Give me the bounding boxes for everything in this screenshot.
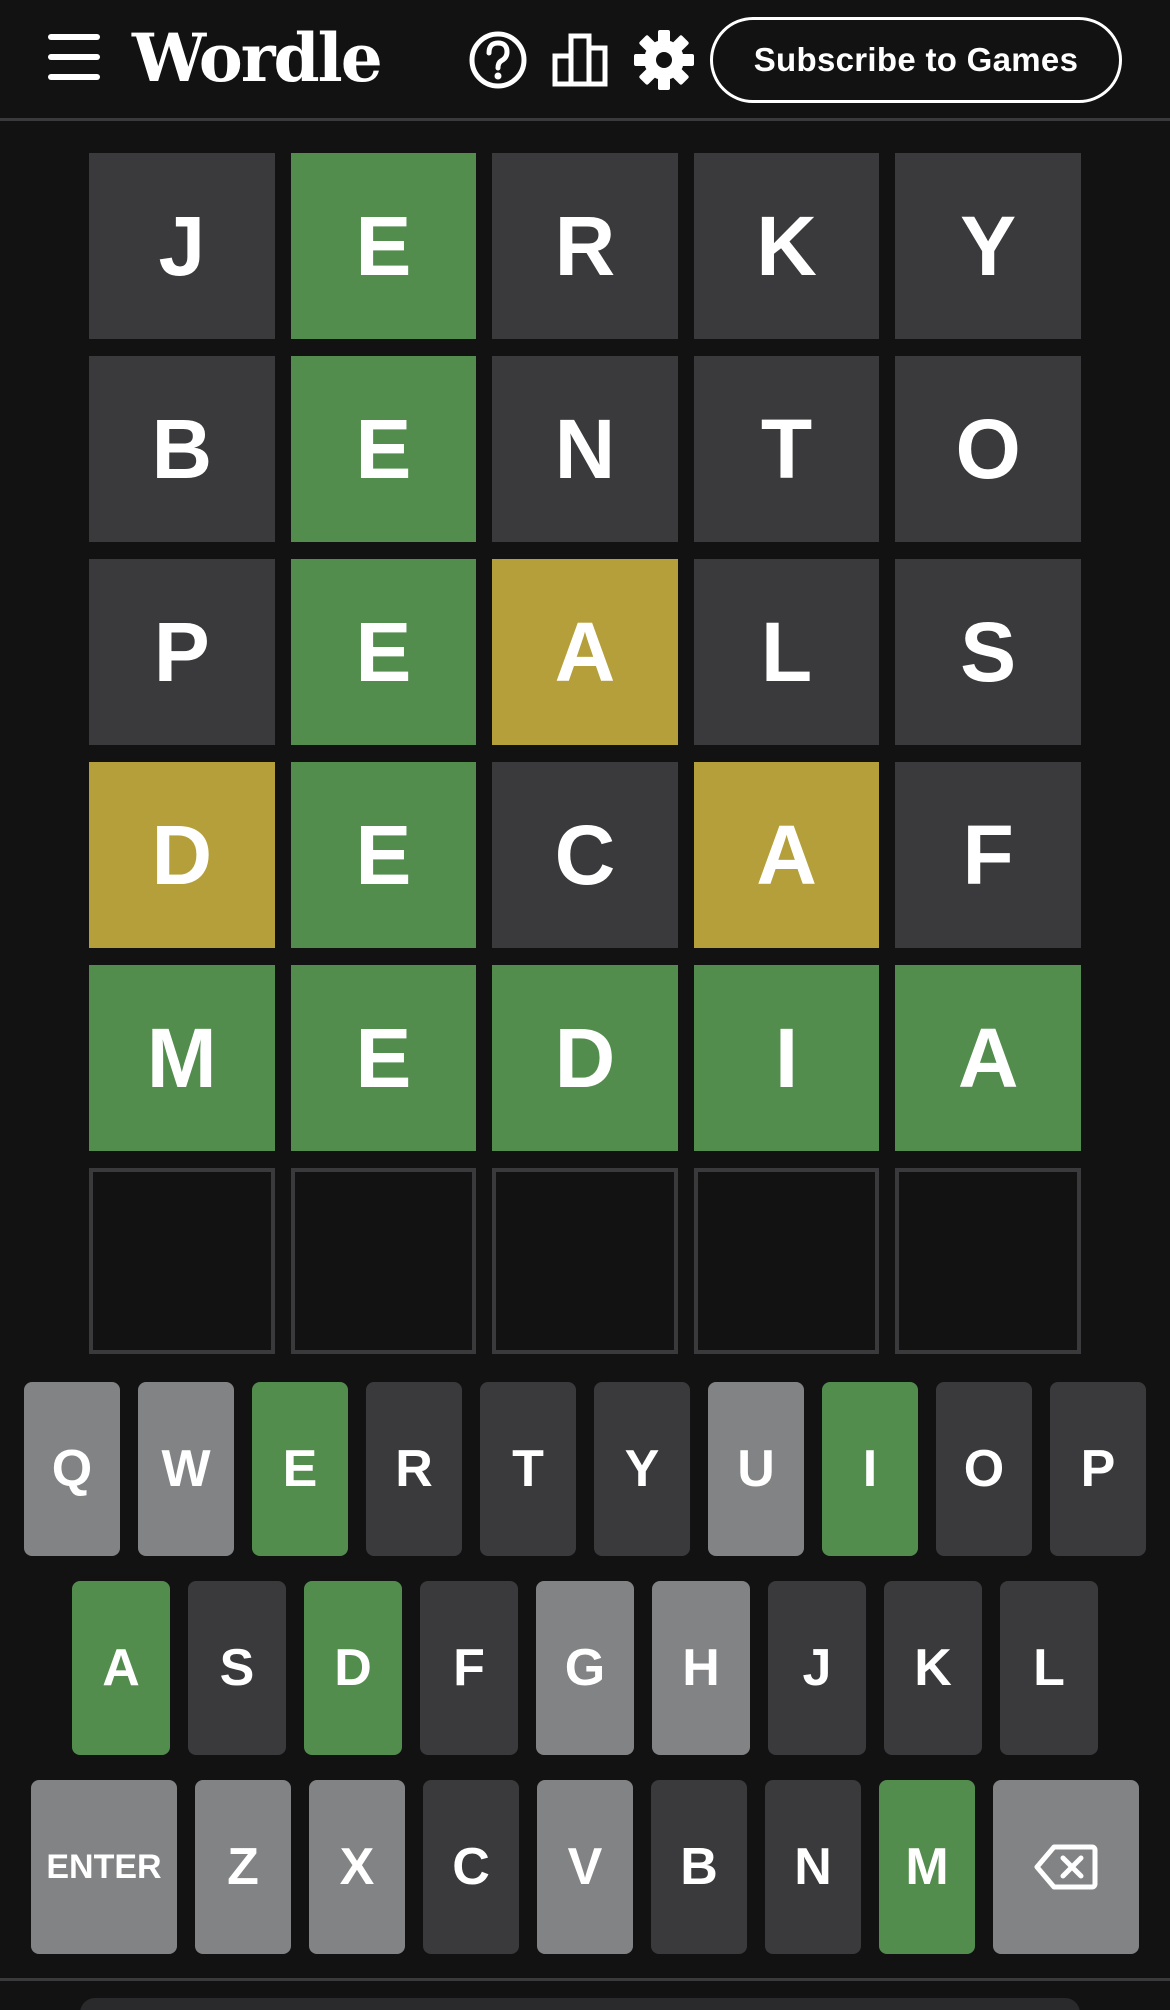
board-row: JERKY <box>89 153 1081 339</box>
backspace-icon <box>1034 1844 1098 1890</box>
tile-correct: E <box>290 762 477 948</box>
key-r[interactable]: R <box>366 1382 462 1556</box>
tile-absent: B <box>89 356 275 542</box>
board-row: BENTO <box>89 356 1081 542</box>
settings-icon[interactable] <box>632 28 696 92</box>
key-k[interactable]: K <box>884 1581 982 1755</box>
tile-correct: A <box>895 965 1081 1151</box>
key-l[interactable]: L <box>1000 1581 1098 1755</box>
app-title: Wordle <box>132 19 383 97</box>
tile-empty <box>290 1168 477 1354</box>
key-e[interactable]: E <box>252 1382 348 1556</box>
board-row: DECAF <box>89 762 1081 948</box>
key-b[interactable]: B <box>651 1780 747 1954</box>
tile-correct: E <box>290 559 477 745</box>
tile-correct: I <box>693 965 880 1151</box>
tile-correct: E <box>290 153 477 339</box>
enter-key[interactable]: ENTER <box>31 1780 177 1954</box>
board-row: PEALS <box>89 559 1081 745</box>
tile-absent: K <box>693 153 880 339</box>
tile-absent: F <box>895 762 1081 948</box>
tile-absent: R <box>492 153 678 339</box>
keyboard-row: QWERTYUIOP <box>24 1382 1146 1556</box>
tile-present: A <box>492 559 678 745</box>
key-p[interactable]: P <box>1050 1382 1146 1556</box>
tile-absent: Y <box>895 153 1081 339</box>
tile-absent: C <box>492 762 678 948</box>
tile-absent: L <box>693 559 880 745</box>
key-u[interactable]: U <box>708 1382 804 1556</box>
tile-empty <box>895 1168 1081 1354</box>
key-s[interactable]: S <box>188 1581 286 1755</box>
tile-correct: M <box>89 965 275 1151</box>
tile-empty <box>693 1168 880 1354</box>
key-t[interactable]: T <box>480 1382 576 1556</box>
key-x[interactable]: X <box>309 1780 405 1954</box>
menu-icon[interactable] <box>48 34 100 80</box>
key-n[interactable]: N <box>765 1780 861 1954</box>
tile-present: D <box>89 762 275 948</box>
app-header: Wordle Subscribe to Games <box>0 0 1170 121</box>
key-v[interactable]: V <box>537 1780 633 1954</box>
help-icon[interactable] <box>466 28 530 92</box>
tile-correct: D <box>492 965 678 1151</box>
keyboard-row: ENTER Z X C V B N M <box>24 1780 1146 1954</box>
tile-absent: P <box>89 559 275 745</box>
key-c[interactable]: C <box>423 1780 519 1954</box>
tile-empty <box>492 1168 678 1354</box>
key-m[interactable]: M <box>879 1780 975 1954</box>
key-j[interactable]: J <box>768 1581 866 1755</box>
tile-correct: E <box>290 356 477 542</box>
tile-absent: S <box>895 559 1081 745</box>
subscribe-button[interactable]: Subscribe to Games <box>710 17 1122 103</box>
key-o[interactable]: O <box>936 1382 1032 1556</box>
tile-present: A <box>693 762 880 948</box>
backspace-key[interactable] <box>993 1780 1139 1954</box>
keyboard-row: ASDFGHJKL <box>24 1581 1146 1755</box>
key-i[interactable]: I <box>822 1382 918 1556</box>
key-f[interactable]: F <box>420 1581 518 1755</box>
tile-absent: N <box>492 356 678 542</box>
key-d[interactable]: D <box>304 1581 402 1755</box>
board-row <box>89 1168 1081 1354</box>
tile-empty <box>89 1168 275 1354</box>
key-y[interactable]: Y <box>594 1382 690 1556</box>
tile-absent: O <box>895 356 1081 542</box>
key-q[interactable]: Q <box>24 1382 120 1556</box>
key-w[interactable]: W <box>138 1382 234 1556</box>
key-z[interactable]: Z <box>195 1780 291 1954</box>
tile-correct: E <box>290 965 477 1151</box>
bottom-bar <box>80 1998 1080 2010</box>
tile-absent: T <box>693 356 880 542</box>
tile-absent: J <box>89 153 275 339</box>
key-a[interactable]: A <box>72 1581 170 1755</box>
stats-icon[interactable] <box>549 28 613 92</box>
board-row: MEDIA <box>89 965 1081 1151</box>
key-h[interactable]: H <box>652 1581 750 1755</box>
game-board: JERKYBENTOPEALSDECAFMEDIA <box>89 153 1081 1371</box>
on-screen-keyboard: Q W E R T Y U I O P A S D F G H J K L ENTER Z X C V B N M <box>24 1382 1146 1979</box>
key-g[interactable]: G <box>536 1581 634 1755</box>
